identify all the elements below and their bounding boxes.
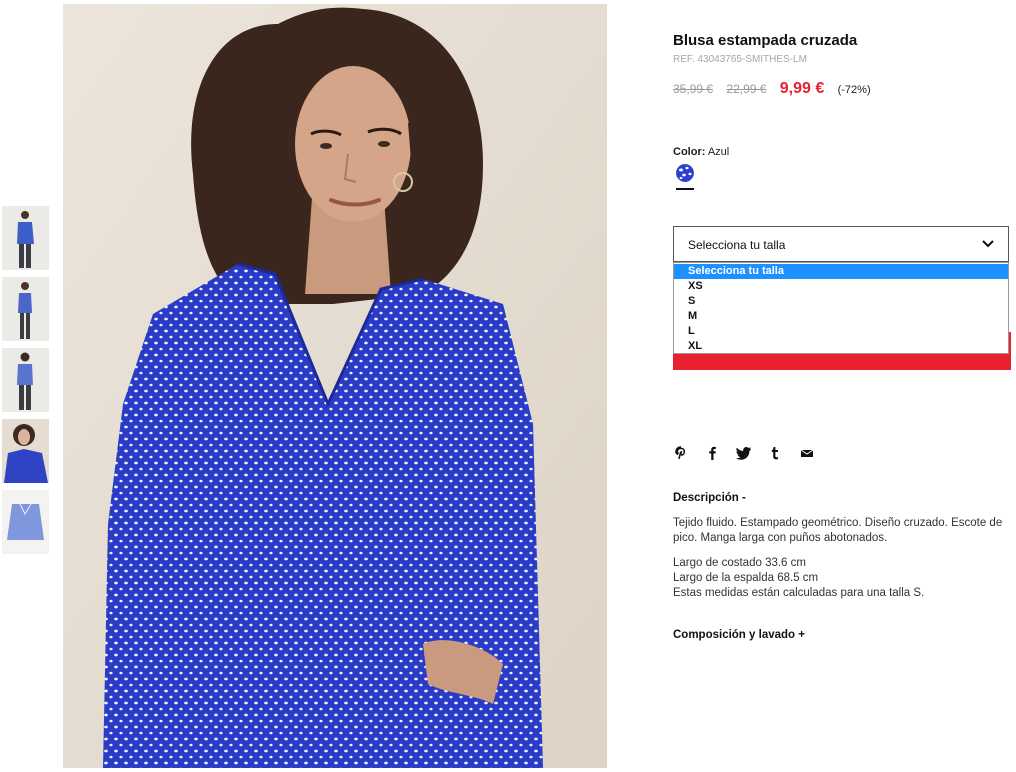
thumbnail-2[interactable]: [2, 277, 49, 341]
facebook-icon[interactable]: [704, 445, 720, 461]
description-text: Tejido fluido. Estampado geométrico. Dis…: [673, 517, 1003, 545]
measure-note: Estas medidas están calculadas para una …: [673, 587, 925, 600]
measure-back: Largo de la espalda 68.5 cm: [673, 571, 819, 584]
pinterest-icon[interactable]: [673, 445, 689, 461]
color-value: Azul: [707, 146, 730, 158]
share-icons: [673, 445, 826, 461]
twitter-icon[interactable]: [735, 445, 752, 461]
size-option-l[interactable]: L: [674, 324, 1008, 339]
color-label: Color:: [673, 146, 706, 158]
price-previous: 22,99 €: [726, 82, 767, 96]
size-option-xl[interactable]: XL: [674, 339, 1008, 354]
description-heading[interactable]: Descripción -: [673, 492, 746, 504]
product-reference: REF. 43043765-SMITHES-LM: [673, 54, 807, 65]
product-main-image: [63, 4, 607, 768]
thumbnail-1[interactable]: [2, 206, 49, 270]
measure-side: Largo de costado 33.6 cm: [673, 556, 806, 569]
chevron-down-icon: [982, 240, 994, 248]
thumbnail-3[interactable]: [2, 348, 49, 412]
tumblr-icon[interactable]: [767, 445, 783, 461]
price-original: 35,99 €: [673, 82, 714, 96]
price-current: 9,99 €: [779, 80, 825, 97]
size-dropdown: Selecciona tu talla XS S M L XL: [673, 262, 1009, 354]
size-option-m[interactable]: M: [674, 309, 1008, 324]
composition-heading[interactable]: Composición y lavado +: [673, 629, 805, 641]
size-select[interactable]: Selecciona tu talla: [673, 226, 1009, 262]
size-select-label: Selecciona tu talla: [688, 238, 786, 252]
thumbnail-list: [2, 206, 49, 561]
color-swatch-azul[interactable]: [676, 164, 694, 182]
size-option-xs[interactable]: XS: [674, 279, 1008, 294]
product-title: Blusa estampada cruzada: [673, 32, 858, 49]
size-option-s[interactable]: S: [674, 294, 1008, 309]
email-icon[interactable]: [799, 445, 815, 461]
discount-badge: (-72%): [837, 84, 871, 96]
thumbnail-4[interactable]: [2, 419, 49, 483]
swatch-selected-indicator: [676, 188, 694, 190]
color-row: Color: Azul: [673, 146, 729, 158]
description-body: Tejido fluido. Estampado geométrico. Dis…: [673, 516, 1011, 601]
price-row: 35,99 € 22,99 € 9,99 € (-72%): [673, 80, 871, 98]
thumbnail-5[interactable]: [2, 490, 49, 554]
size-option[interactable]: Selecciona tu talla: [674, 264, 1008, 279]
